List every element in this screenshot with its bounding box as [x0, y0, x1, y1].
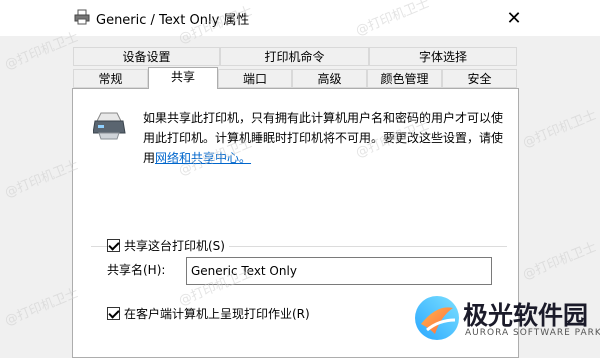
network-sharing-center-link[interactable]: 网络和共享中心。 — [155, 151, 251, 165]
tab-font-selection[interactable]: 字体选择 — [369, 47, 517, 66]
tab-printer-commands[interactable]: 打印机命令 — [220, 47, 369, 66]
tab-color-management[interactable]: 颜色管理 — [367, 69, 442, 88]
watermark: @打印机卫士 — [520, 239, 599, 283]
share-printer-checkbox-row[interactable]: 共享这台打印机(S) — [107, 237, 229, 254]
close-button[interactable]: ✕ — [496, 0, 532, 36]
render-jobs-label: 在客户端计算机上呈现打印作业(R) — [124, 307, 310, 321]
watermark: @打印机卫士 — [2, 285, 81, 329]
render-jobs-checkbox[interactable] — [107, 307, 120, 320]
shared-printer-icon — [93, 112, 126, 140]
aurora-logo-icon — [415, 296, 459, 340]
tab-ports[interactable]: 端口 — [218, 69, 292, 88]
share-name-input[interactable]: Generic Text Only — [186, 257, 492, 285]
printer-icon — [74, 9, 90, 25]
share-name-label: 共享名(H): — [107, 263, 166, 277]
tab-general[interactable]: 常规 — [73, 69, 148, 88]
tab-advanced[interactable]: 高级 — [292, 69, 367, 88]
watermark: @打印机卫士 — [2, 157, 81, 201]
render-jobs-checkbox-row[interactable]: 在客户端计算机上呈现打印作业(R) — [107, 305, 314, 322]
brand-name: 极光软件园 — [463, 301, 589, 330]
tab-sharing[interactable]: 共享 — [148, 67, 218, 89]
tab-security[interactable]: 安全 — [442, 69, 517, 88]
window-title: Generic / Text Only 属性 — [96, 13, 250, 28]
close-icon: ✕ — [506, 7, 522, 29]
tab-device-settings[interactable]: 设备设置 — [73, 47, 220, 66]
brand-logo: 极光软件园 AURORA SOFTWARE PARK — [413, 294, 600, 347]
watermark: @打印机卫士 — [520, 107, 599, 151]
share-printer-checkbox[interactable] — [107, 239, 120, 252]
brand-subtitle: AURORA SOFTWARE PARK — [465, 328, 600, 338]
title-bar: Generic / Text Only 属性 ✕ — [0, 0, 600, 36]
sharing-description: 如果共享此打印机，只有拥有此计算机用户名和密码的用户才可以使用此打印机。计算机睡… — [143, 108, 513, 168]
properties-window: Generic / Text Only 属性 ✕ 设备设置 打印机命令 字体选择… — [0, 0, 600, 358]
share-printer-label: 共享这台打印机(S) — [124, 239, 225, 253]
